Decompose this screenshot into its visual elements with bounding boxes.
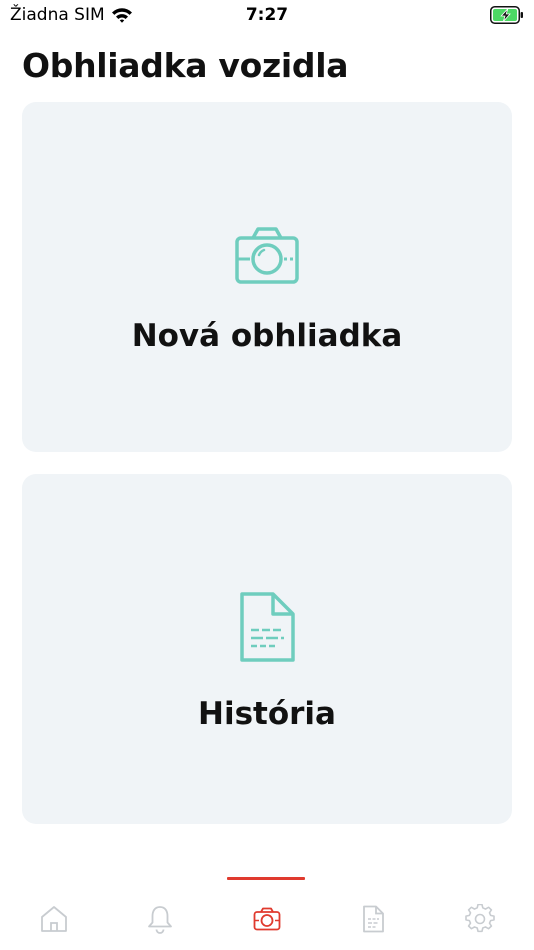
page-title: Obhliadka vozidla (22, 46, 349, 85)
status-bar: Žiadna SIM 7:27 (0, 0, 534, 32)
document-icon (240, 592, 295, 662)
bell-icon (148, 906, 172, 934)
battery-charging-icon (490, 6, 523, 24)
gear-icon (465, 904, 495, 933)
new-inspection-label: Nová obhliadka (131, 318, 403, 354)
tab-notifications[interactable] (145, 904, 175, 934)
tab-settings[interactable] (465, 904, 495, 934)
history-label: História (198, 696, 336, 732)
document-icon (363, 905, 384, 933)
home-icon (41, 906, 67, 932)
new-inspection-card[interactable]: Nová obhliadka (22, 102, 512, 452)
tab-home[interactable] (39, 904, 69, 934)
tab-inspection[interactable] (252, 904, 282, 934)
tab-documents[interactable] (358, 904, 388, 934)
tab-bar (0, 880, 534, 950)
camera-icon (235, 227, 299, 284)
history-card[interactable]: História (22, 474, 512, 824)
status-time: 7:27 (245, 5, 289, 25)
camera-icon (253, 907, 281, 931)
